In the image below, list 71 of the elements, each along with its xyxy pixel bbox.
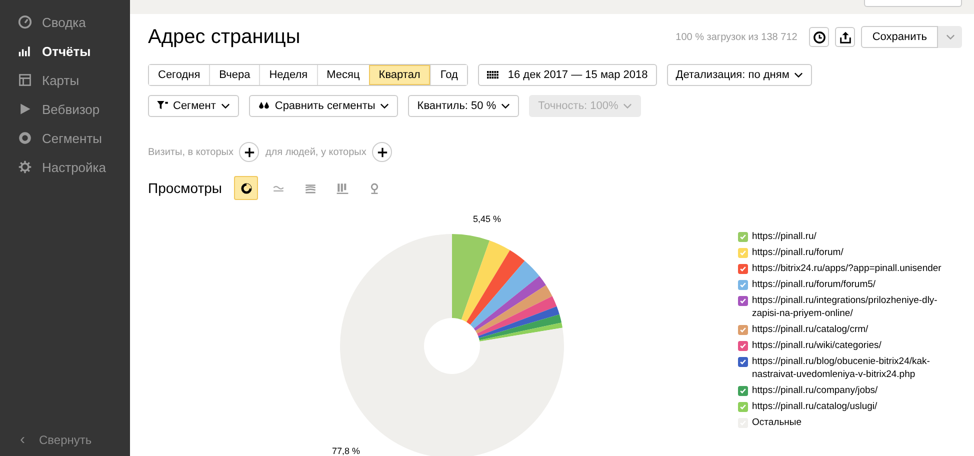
legend-checkbox[interactable] <box>738 402 748 412</box>
sidebar-item[interactable]: Карты <box>0 70 130 90</box>
compare-dropdown[interactable]: Сравнить сегменты <box>248 94 398 116</box>
legend-checkbox[interactable] <box>738 357 748 367</box>
collapse-link[interactable]: Свернуть <box>39 432 92 446</box>
plus-icon <box>376 146 388 158</box>
segment-dropdown[interactable]: Сегмент <box>148 94 239 116</box>
slice-label: 5,45 % <box>473 214 502 224</box>
donut-chart-icon <box>240 182 252 194</box>
condition-label: Визиты, в которых <box>148 146 234 158</box>
plus-icon <box>244 146 255 158</box>
legend-checkbox[interactable] <box>738 341 748 351</box>
metric-label: Просмотры <box>148 180 222 196</box>
bar-chart-icon <box>336 182 348 194</box>
chevron-icon <box>623 102 632 108</box>
legend-label[interactable]: https://pinall.ru/catalog/uslugi/ <box>752 400 952 413</box>
chevron-icon <box>794 72 804 78</box>
legend-label[interactable]: Остальные <box>752 416 952 429</box>
legend-checkbox[interactable] <box>738 386 748 396</box>
history-button[interactable] <box>809 27 830 47</box>
export-button[interactable] <box>835 27 856 47</box>
filter-dropdown[interactable]: Квантиль: 50 % <box>408 94 520 116</box>
sidebar-icon <box>18 44 32 58</box>
filter-icon <box>157 101 168 110</box>
add-condition-button[interactable] <box>239 142 260 162</box>
sidebar-icon <box>18 15 32 29</box>
legend-label[interactable]: https://pinall.ru/ <box>752 230 952 243</box>
legend-label[interactable]: https://pinall.ru/forum/forum5/ <box>752 278 952 291</box>
sidebar-icon <box>18 160 32 174</box>
legend-label[interactable]: https://bitrix24.ru/apps/?app=pinall.unisender <box>752 262 952 275</box>
period-tab[interactable]: Год <box>430 64 467 84</box>
legend-label[interactable]: https://pinall.ru/company/jobs/ <box>752 384 952 397</box>
clock-icon <box>812 30 826 44</box>
chevron-icon <box>501 102 510 108</box>
detail-dropdown[interactable]: Детализация: по дням <box>666 64 812 86</box>
load-info: 100 % загрузок из 138 712 <box>676 32 798 42</box>
toolbar-button[interactable] <box>864 0 962 7</box>
sidebar-icon <box>18 131 32 145</box>
save-menu-button[interactable] <box>938 26 962 48</box>
stacked-chart-icon <box>304 182 316 194</box>
date-range-button[interactable]: 16 дек 2017 — 15 мар 2018 <box>478 64 657 86</box>
sidebar-item[interactable]: Сводка <box>0 12 130 32</box>
legend-label[interactable]: https://pinall.ru/catalog/crm/ <box>752 323 952 336</box>
chart-type-button[interactable] <box>234 176 258 200</box>
legend-checkbox[interactable] <box>738 325 748 335</box>
chevron-icon <box>946 34 954 40</box>
calendar-icon <box>486 70 499 78</box>
legend-checkbox[interactable] <box>738 232 748 242</box>
period-tab[interactable]: Квартал <box>368 64 430 84</box>
legend-checkbox[interactable] <box>738 264 748 274</box>
droplets-icon <box>258 101 270 110</box>
sidebar-icon <box>18 73 32 87</box>
collapse-arrow[interactable]: ‹ <box>20 431 25 448</box>
sidebar-icon <box>18 102 32 116</box>
add-condition-button[interactable] <box>372 142 392 162</box>
legend-checkbox[interactable] <box>738 296 748 306</box>
sidebar-item[interactable]: Сегменты <box>0 128 130 148</box>
legend-label[interactable]: https://pinall.ru/wiki/categories/ <box>752 339 952 352</box>
save-button[interactable]: Сохранить <box>861 26 938 48</box>
chevron-icon <box>380 102 390 108</box>
slice-label: 77,8 % <box>332 446 360 456</box>
upload-icon <box>838 30 852 44</box>
sidebar-item[interactable]: Вебвизор <box>0 99 130 119</box>
sidebar-item[interactable]: Отчёты <box>0 41 130 61</box>
condition-label: для людей, у которых <box>265 146 366 158</box>
legend-label[interactable]: https://pinall.ru/forum/ <box>752 246 952 259</box>
page-title: Адрес страницы <box>148 26 302 48</box>
chevron-icon <box>220 102 230 108</box>
legend-checkbox[interactable] <box>738 248 748 258</box>
sidebar-item[interactable]: Настройка <box>0 157 130 177</box>
legend-checkbox[interactable] <box>738 280 748 290</box>
